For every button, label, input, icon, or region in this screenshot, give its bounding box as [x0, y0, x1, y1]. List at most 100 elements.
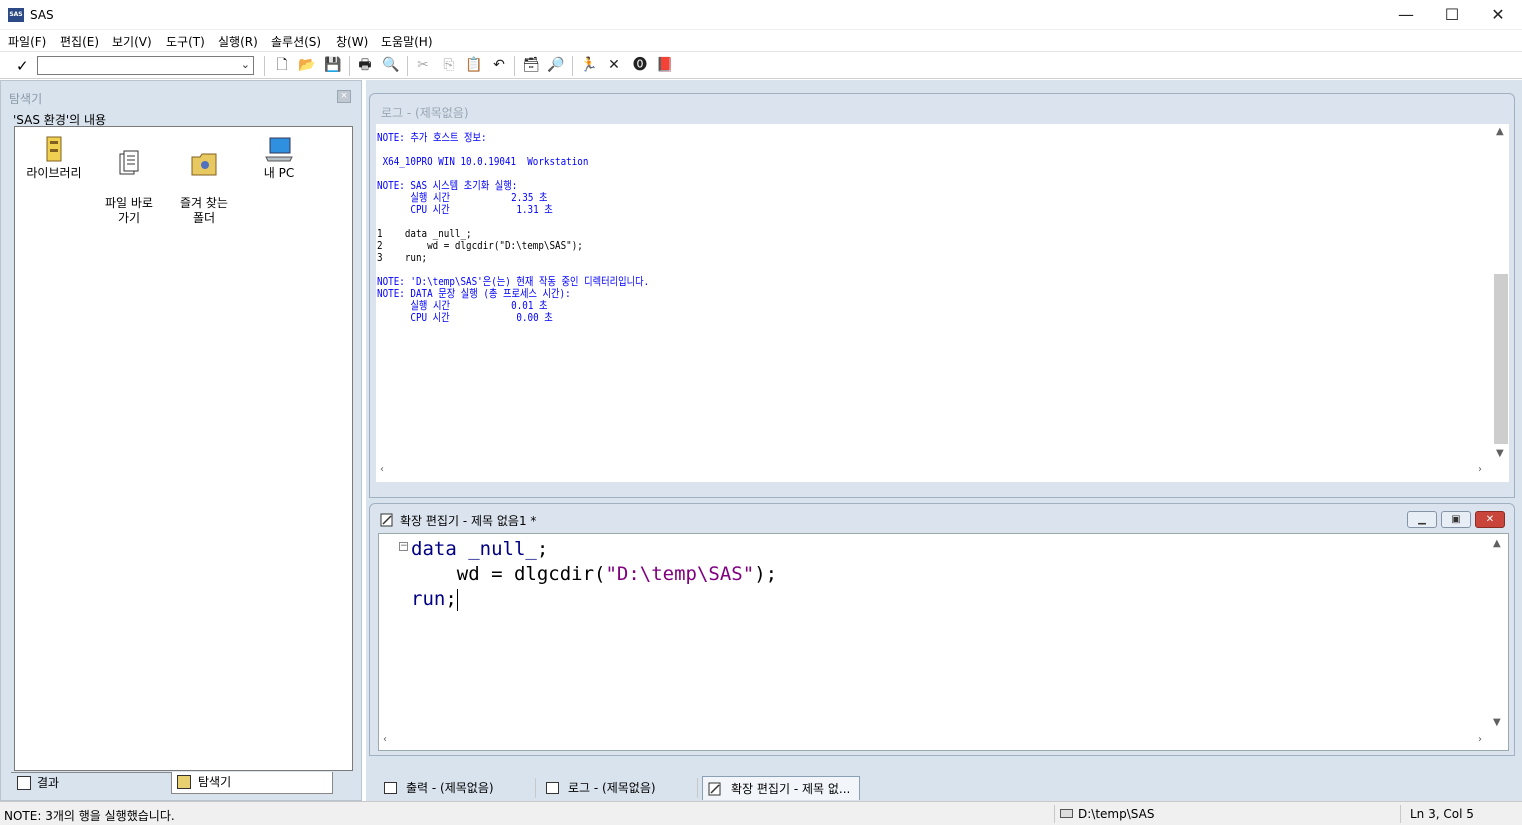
editor-restore-button[interactable]: ▣ [1441, 511, 1471, 528]
code-keyword: data [411, 538, 457, 560]
menu-edit[interactable]: 편집(E) [60, 33, 99, 50]
command-input[interactable] [38, 57, 233, 74]
results-icon [17, 776, 31, 790]
tab-explorer[interactable]: 탐색기 [171, 772, 333, 794]
new-icon[interactable]: 🗋 [272, 55, 292, 75]
file-shortcut-icon [119, 150, 139, 175]
submit-icon[interactable]: 🏃 [579, 55, 599, 75]
task-editor[interactable]: 확장 편집기 - 제목 없... [702, 776, 860, 800]
new-library-icon[interactable]: 🗃 [521, 55, 541, 75]
code-token: ); [754, 563, 778, 585]
favorite-folder-icon [191, 153, 217, 176]
task-output[interactable]: 출력 - (제목없음) [378, 776, 540, 800]
explorer-title: 탐색기 [9, 92, 43, 106]
collapse-icon[interactable]: − [399, 542, 408, 551]
menu-solutions[interactable]: 솔루션(S) [271, 33, 321, 50]
menu-help[interactable]: 도움말(H) [381, 33, 433, 50]
menu-run[interactable]: 실행(R) [218, 33, 258, 50]
taskbar-divider [697, 778, 698, 798]
task-label: 출력 - (제목없음) [406, 781, 494, 795]
window-title: SAS [30, 8, 54, 22]
clear-icon[interactable]: ✕ [604, 55, 624, 75]
scroll-left-icon[interactable]: ‹ [383, 734, 387, 745]
copy-icon[interactable]: ⎘ [439, 55, 459, 75]
menu-tools[interactable]: 도구(T) [166, 33, 205, 50]
log-vertical-scrollbar[interactable]: ▲ ▼ [1493, 124, 1509, 482]
explorer-panel: 탐색기 × 'SAS 환경'의 내용 라이브러리 파일 바로 가기 즐겨 찾는 … [0, 80, 362, 801]
undo-icon[interactable]: ↶ [489, 55, 509, 75]
break-icon[interactable]: ⓿ [630, 55, 650, 75]
editor-window-icon [708, 782, 721, 796]
minimize-button[interactable]: — [1383, 0, 1429, 30]
current-directory[interactable]: D:\temp\SAS [1078, 807, 1154, 821]
menu-window[interactable]: 창(W) [336, 33, 368, 50]
code-keyword: run [411, 588, 446, 610]
command-box[interactable]: ⌄ [37, 56, 254, 75]
log-window-title: 로그 - (제목없음) [381, 106, 469, 120]
task-log[interactable]: 로그 - (제목없음) [540, 776, 702, 800]
scroll-right-icon[interactable]: › [1478, 734, 1482, 745]
scroll-left-icon[interactable]: ‹ [380, 464, 384, 475]
menu-view[interactable]: 보기(V) [112, 33, 152, 50]
code-area[interactable]: data _null_; wd = dlgcdir("D:\temp\SAS")… [411, 537, 777, 612]
toolbar-divider [264, 56, 265, 76]
chevron-down-icon[interactable]: ⌄ [241, 58, 250, 71]
toolbar-divider [514, 56, 515, 76]
library-cabinet-icon [46, 136, 62, 162]
editor-minimize-button[interactable]: ▁ [1407, 511, 1437, 528]
explorer-item-my-pc[interactable]: 내 PC [244, 131, 314, 181]
menu-file[interactable]: 파일(F) [8, 33, 46, 50]
editor-window-icon [380, 513, 393, 527]
log-window-icon [546, 782, 559, 794]
code-token: _null_ [456, 538, 537, 560]
editor-close-button[interactable]: ✕ [1475, 511, 1505, 528]
status-message: NOTE: 3개의 행을 실행했습니다. [4, 809, 175, 823]
menu-bar: 파일(F) 편집(E) 보기(V) 도구(T) 실행(R) 솔루션(S) 창(W… [0, 30, 1522, 51]
window-taskbar: 출력 - (제목없음) 로그 - (제목없음) 확장 편집기 - 제목 없... [366, 770, 1522, 801]
cut-icon[interactable]: ✂ [413, 55, 433, 75]
explorer-item-label: 라이브러리 [26, 166, 82, 180]
editor-content[interactable]: − data _null_; wd = dlgcdir("D:\temp\SAS… [378, 533, 1509, 751]
explorer-item-file-shortcut[interactable]: 파일 바로 가기 [94, 131, 164, 226]
toolbar-divider [407, 56, 408, 76]
editor-window-title: 확장 편집기 - 제목 없음1 * [400, 514, 537, 528]
code-string: "D:\temp\SAS" [605, 563, 755, 585]
log-content[interactable]: NOTE: 추가 호스트 정보: X64_10PRO WIN 10.0.1904… [376, 124, 1509, 482]
scroll-down-icon[interactable]: ▼ [1496, 448, 1504, 459]
close-icon[interactable]: × [337, 90, 351, 103]
sas-app-icon: SAS [8, 8, 24, 22]
code-token: wd = dlgcdir( [411, 563, 606, 585]
print-icon[interactable]: 🖶 [355, 55, 375, 75]
log-line: CPU 시간 0.00 초 [377, 311, 553, 324]
tab-label: 탐색기 [198, 775, 232, 789]
tab-results[interactable]: 결과 [11, 772, 171, 794]
check-icon[interactable]: ✓ [16, 57, 29, 75]
log-window[interactable]: 로그 - (제목없음) NOTE: 추가 호스트 정보: X64_10PRO W… [369, 93, 1515, 498]
log-line: 3 run; [377, 251, 428, 264]
toolbar-divider [572, 56, 573, 76]
explorer-item-library[interactable]: 라이브러리 [19, 131, 89, 181]
toolbar-divider [349, 56, 350, 76]
log-line: X64_10PRO WIN 10.0.19041 Workstation [377, 155, 589, 168]
open-icon[interactable]: 📂 [297, 55, 317, 75]
task-label: 로그 - (제목없음) [568, 781, 656, 795]
output-window-icon [384, 782, 397, 794]
scroll-down-icon[interactable]: ▼ [1493, 717, 1501, 728]
explorer-icon[interactable]: 🔎 [546, 55, 566, 75]
scroll-up-icon[interactable]: ▲ [1496, 126, 1504, 137]
save-icon[interactable]: 💾 [323, 55, 343, 75]
status-bar: NOTE: 3개의 행을 실행했습니다. D:\temp\SAS Ln 3, C… [0, 801, 1522, 825]
editor-window[interactable]: 확장 편집기 - 제목 없음1 * ▁ ▣ ✕ − data _null_; w… [369, 503, 1515, 756]
scroll-up-icon[interactable]: ▲ [1493, 538, 1501, 549]
print-preview-icon[interactable]: 🔍 [381, 55, 401, 75]
maximize-button[interactable]: ☐ [1429, 0, 1475, 30]
help-icon[interactable]: 📕 [655, 55, 675, 75]
task-label: 확장 편집기 - 제목 없... [731, 782, 851, 796]
paste-icon[interactable]: 📋 [464, 55, 484, 75]
explorer-item-favorite-folder[interactable]: 즐겨 찾는 폴더 [169, 131, 239, 226]
close-button[interactable]: ✕ [1475, 0, 1521, 30]
scroll-right-icon[interactable]: › [1478, 464, 1482, 475]
scroll-thumb[interactable] [1494, 274, 1508, 444]
taskbar-divider [535, 778, 536, 798]
text-caret [456, 588, 458, 611]
